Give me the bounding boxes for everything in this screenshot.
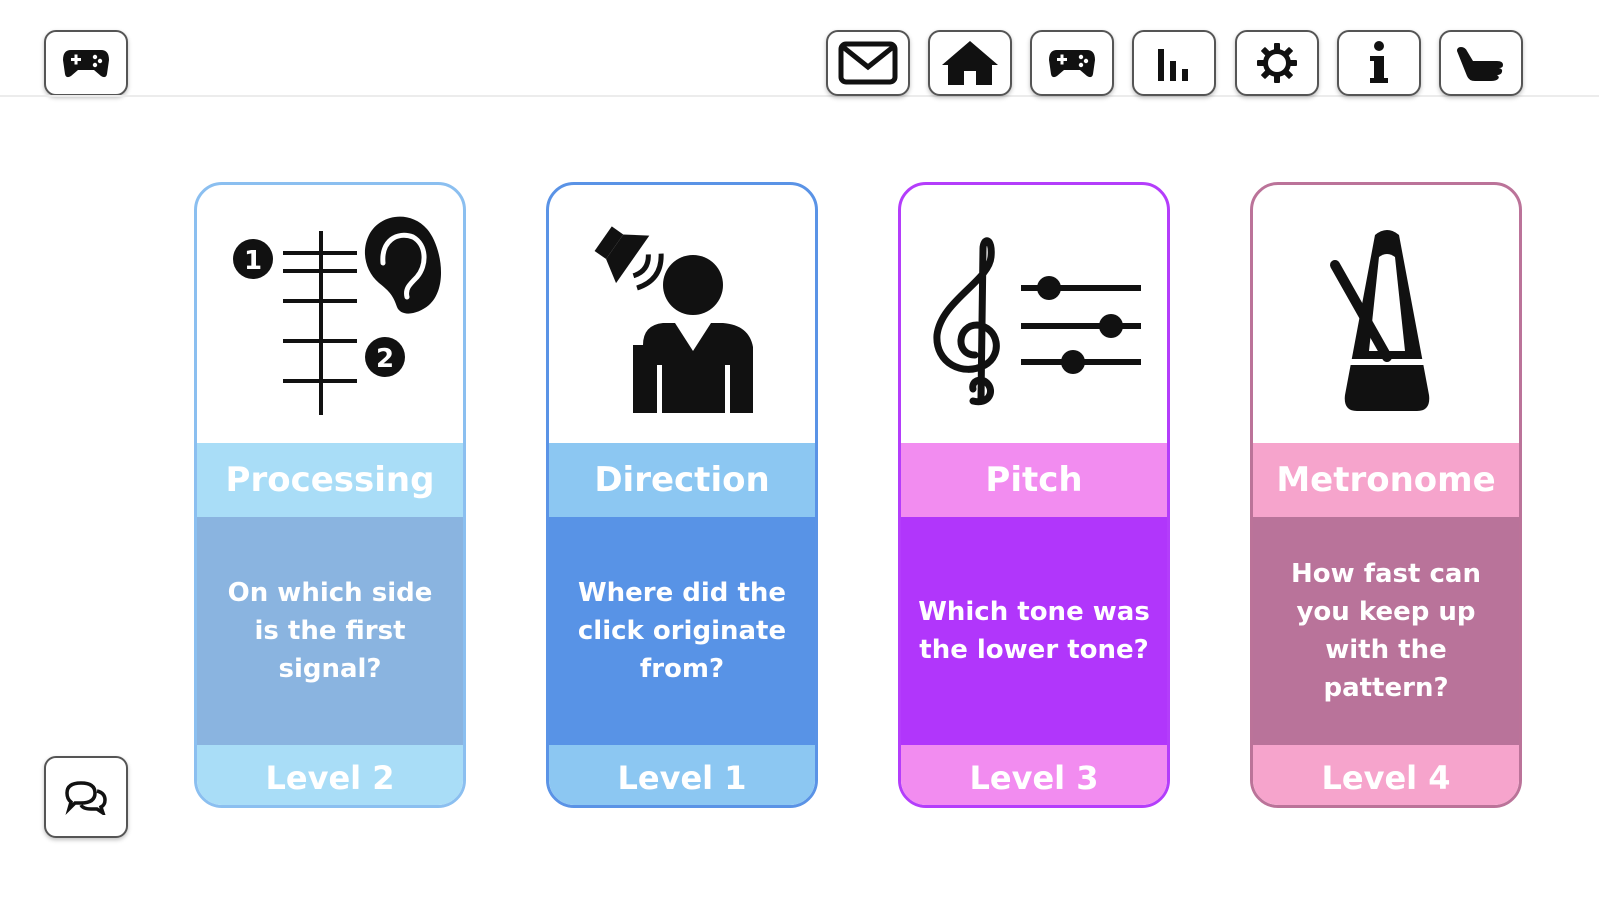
game-card-processing[interactable]: 1 2 Processing On which side is the firs… — [194, 182, 466, 808]
card-level: Level 1 — [549, 745, 815, 805]
bar-chart-icon — [1158, 49, 1188, 81]
settings-button[interactable] — [1235, 30, 1319, 96]
game-card-metronome[interactable]: Metronome How fast can you keep up with … — [1250, 182, 1522, 808]
game-card-pitch[interactable]: Pitch Which tone was the lower tone? Lev… — [898, 182, 1170, 808]
card-description: Where did the click originate from? — [549, 517, 815, 745]
game-card-direction[interactable]: Direction Where did the click originate … — [546, 182, 818, 808]
info-icon — [1370, 41, 1388, 83]
home-icon — [942, 41, 998, 85]
svg-text:1: 1 — [244, 246, 262, 276]
card-description: Which tone was the lower tone? — [901, 517, 1167, 745]
card-title: Metronome — [1253, 443, 1519, 517]
games-button[interactable] — [44, 30, 128, 96]
card-title: Pitch — [901, 443, 1167, 517]
info-button[interactable] — [1337, 30, 1421, 96]
treble-clef-sliders-icon — [933, 237, 1141, 406]
chat-button[interactable] — [44, 756, 128, 838]
card-art — [901, 185, 1167, 443]
card-description: On which side is the first signal? — [197, 517, 463, 745]
card-art — [549, 185, 815, 443]
mail-button[interactable] — [826, 30, 910, 96]
chat-bubbles-icon — [65, 781, 107, 815]
home-button[interactable] — [928, 30, 1012, 96]
card-description: How fast can you keep up with the patter… — [1253, 517, 1519, 745]
card-title: Processing — [197, 443, 463, 517]
sequence-ear-icon: 1 2 — [233, 216, 442, 415]
card-level: Level 2 — [197, 745, 463, 805]
mail-icon — [838, 41, 898, 85]
card-level: Level 4 — [1253, 745, 1519, 805]
card-title: Direction — [549, 443, 815, 517]
metronome-icon — [1330, 230, 1430, 411]
speaker-person-icon — [594, 226, 753, 413]
tap-button[interactable] — [1439, 30, 1523, 96]
gamepad-icon — [63, 50, 109, 78]
games-toolbar-button[interactable] — [1030, 30, 1114, 96]
pointing-hand-icon — [1457, 47, 1503, 81]
svg-text:2: 2 — [376, 344, 394, 374]
gear-icon — [1257, 43, 1297, 83]
card-art: 1 2 — [197, 185, 463, 443]
stats-button[interactable] — [1132, 30, 1216, 96]
card-level: Level 3 — [901, 745, 1167, 805]
gamepad-icon — [1049, 50, 1095, 78]
card-art — [1253, 185, 1519, 443]
